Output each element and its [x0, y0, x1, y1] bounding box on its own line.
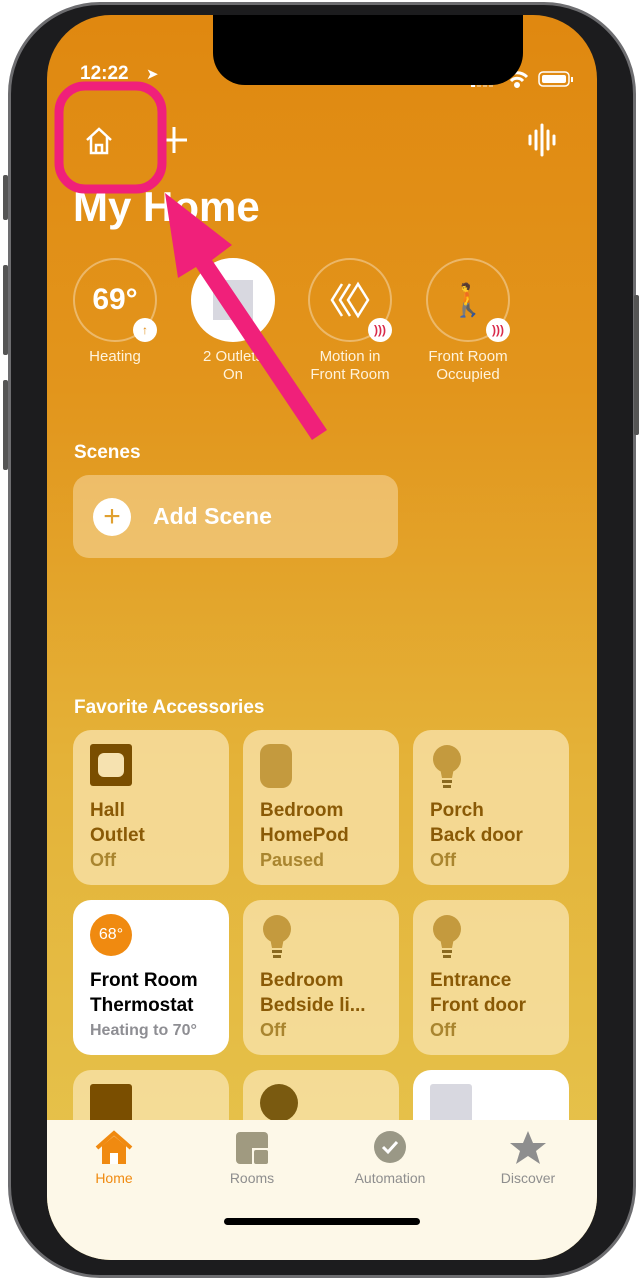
annotation-overlay: [54, 81, 327, 440]
notch: [213, 15, 523, 85]
annotation-arrow: [165, 193, 327, 440]
annotation-highlight-box: [54, 81, 167, 194]
